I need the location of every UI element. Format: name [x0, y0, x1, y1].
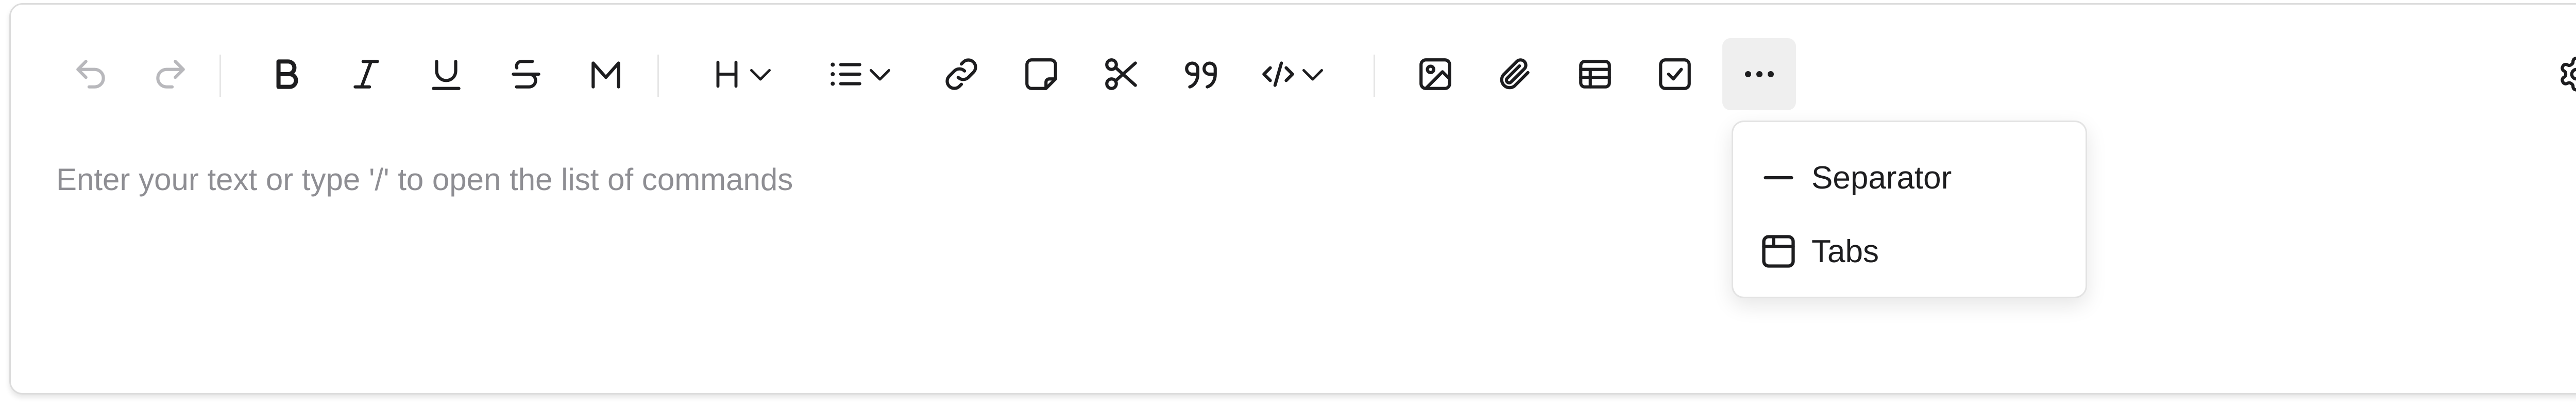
toolbar-separator [1374, 55, 1375, 97]
more-menu-dropdown: Separator Tabs [1732, 121, 2087, 298]
redo-icon [156, 60, 185, 89]
note-button[interactable] [1008, 38, 1075, 110]
settings-button[interactable] [2543, 38, 2576, 110]
code-icon [1262, 61, 1294, 87]
code-dropdown-button[interactable] [1247, 38, 1340, 110]
checklist-button[interactable] [1641, 38, 1708, 110]
menu-item-label: Separator [1811, 160, 1952, 196]
menu-item-label: Tabs [1811, 233, 1879, 269]
checkbox-icon [1659, 58, 1691, 90]
gear-icon [2561, 57, 2576, 92]
cut-button[interactable] [1088, 38, 1155, 110]
chevron-down-icon [1302, 69, 1323, 81]
italic-button[interactable] [333, 38, 400, 110]
strikethrough-icon [512, 60, 540, 89]
editor-placeholder[interactable]: Enter your text or type '/' to open the … [56, 162, 793, 197]
quote-button[interactable] [1167, 38, 1234, 110]
table-button[interactable] [1562, 38, 1629, 110]
marker-icon [591, 61, 620, 89]
horizontal-rule-icon [1764, 176, 1793, 180]
marker-button[interactable] [572, 38, 639, 110]
attachment-button[interactable] [1482, 38, 1549, 110]
redo-button[interactable] [137, 38, 204, 110]
list-dropdown-button[interactable] [815, 38, 907, 110]
heading-icon [716, 60, 738, 88]
editor-toolbar [11, 5, 2576, 139]
quote-icon [1185, 61, 1217, 89]
rich-text-editor: Enter your text or type '/' to open the … [9, 3, 2576, 395]
undo-icon [76, 60, 105, 89]
undo-button[interactable] [57, 38, 124, 110]
chevron-down-icon [870, 69, 890, 81]
tabs-icon [1762, 235, 1795, 268]
bold-button[interactable] [253, 38, 320, 110]
list-icon [831, 62, 861, 86]
underline-icon [432, 60, 461, 90]
image-icon [1419, 58, 1451, 90]
link-button[interactable] [928, 38, 995, 110]
more-dots-icon [1744, 71, 1774, 77]
heading-dropdown-button[interactable] [696, 38, 789, 110]
bold-icon [276, 59, 298, 89]
underline-button[interactable] [413, 38, 480, 110]
more-button[interactable] [1722, 38, 1796, 110]
chevron-down-icon [750, 69, 771, 81]
image-button[interactable] [1402, 38, 1469, 110]
scissors-icon [1105, 58, 1137, 90]
toolbar-separator [219, 55, 221, 97]
table-icon [1579, 60, 1611, 89]
menu-item-tabs[interactable]: Tabs [1759, 223, 2070, 280]
link-icon [945, 58, 977, 90]
italic-icon [353, 60, 379, 89]
menu-item-separator[interactable]: Separator [1759, 149, 2070, 206]
toolbar-separator [657, 55, 659, 97]
strikethrough-button[interactable] [493, 38, 560, 110]
sticky-note-icon [1025, 58, 1057, 90]
paperclip-icon [1500, 58, 1530, 90]
